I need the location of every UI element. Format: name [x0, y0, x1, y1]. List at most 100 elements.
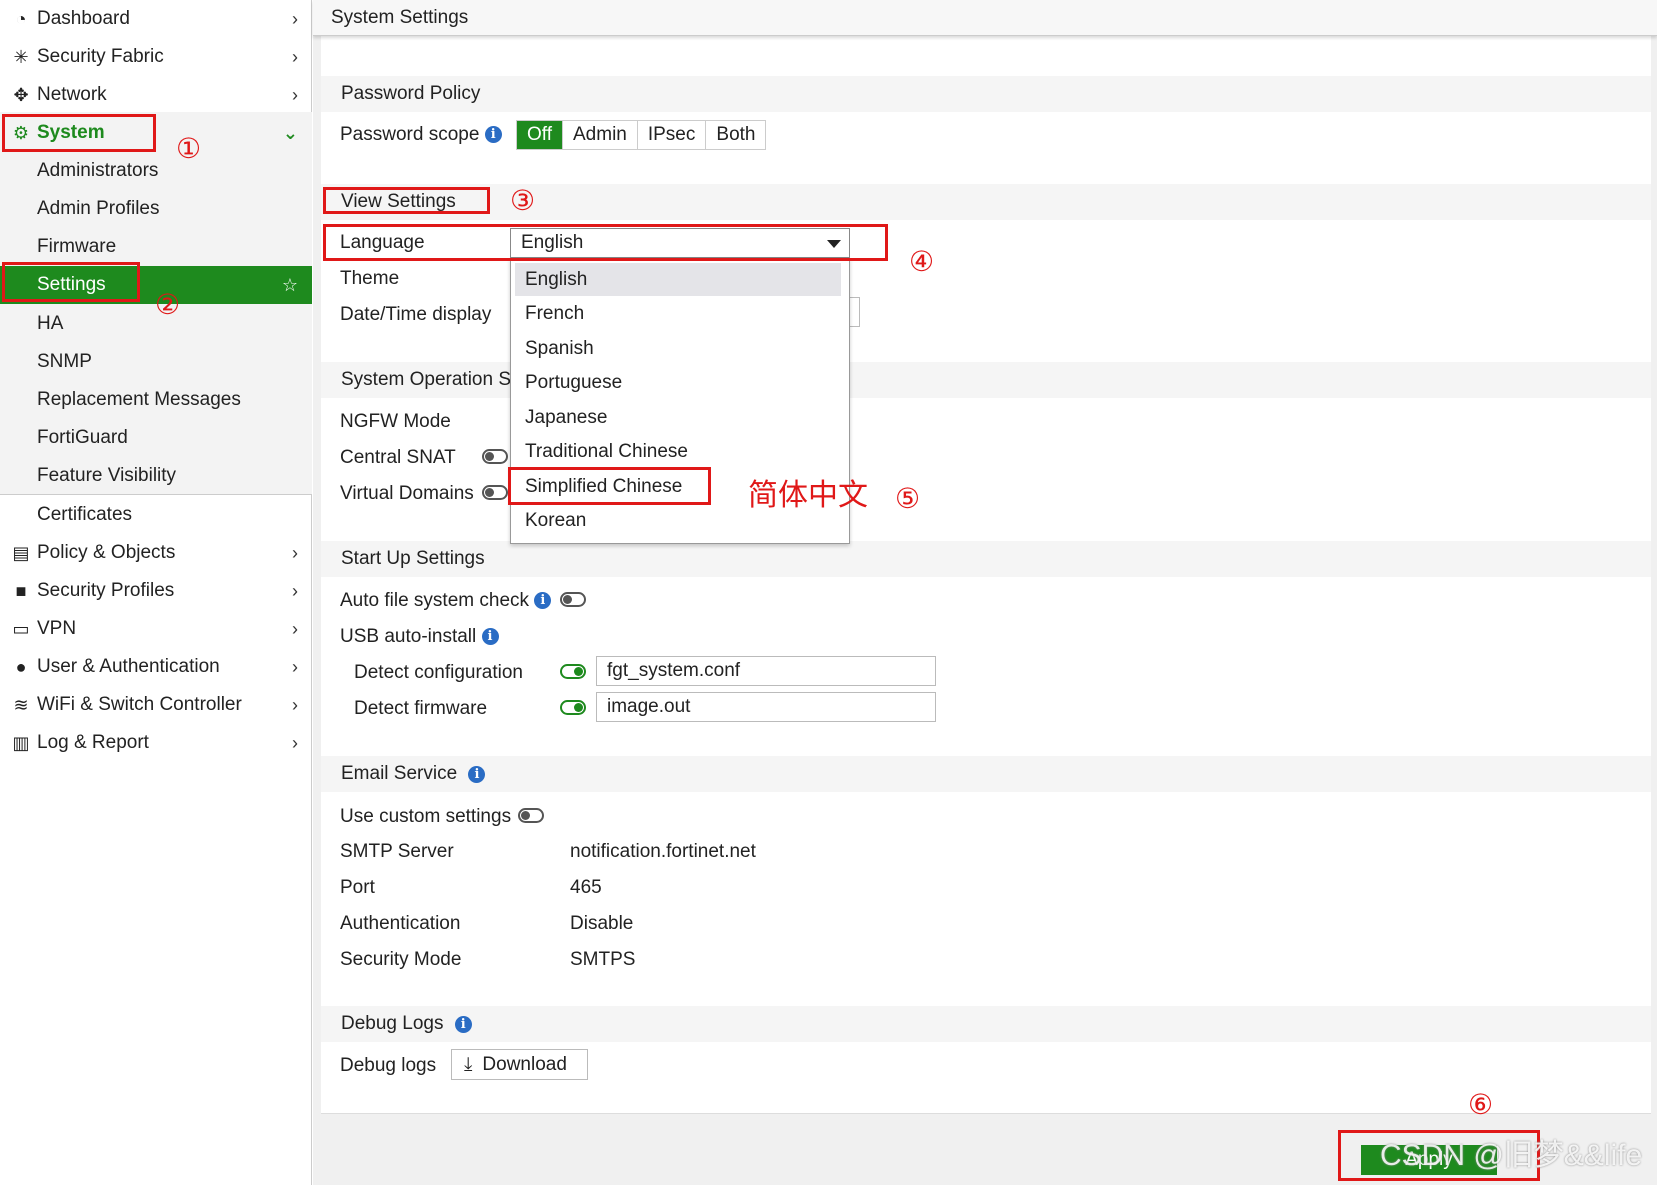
dashboard-icon: ◔	[15, 8, 27, 29]
chevron-right-icon: ›	[292, 618, 298, 639]
scope-ipsec[interactable]: IPsec	[637, 121, 707, 149]
info-icon[interactable]: i	[468, 765, 486, 783]
network-icon: ✥	[13, 84, 29, 105]
info-icon[interactable]: i	[534, 592, 552, 610]
section-password-policy: Password Policy	[321, 76, 1651, 112]
auto-fs-label: Auto file system check i	[340, 590, 552, 612]
sidebar: ◔ Dashboard › ✳ Security Fabric › ✥ Netw…	[0, 0, 312, 1185]
language-option[interactable]: Traditional Chinese	[515, 435, 841, 468]
sidebar-item-admin-profiles[interactable]: Admin Profiles	[0, 190, 312, 228]
user-icon: ●	[15, 656, 27, 677]
sidebar-item-certificates[interactable]: Certificates	[0, 496, 312, 534]
auth-label: Authentication	[340, 913, 461, 934]
sidebar-item-security-profiles[interactable]: ■ Security Profiles ›	[0, 572, 312, 610]
info-icon[interactable]: i	[454, 1015, 472, 1033]
central-snat-toggle[interactable]	[482, 449, 508, 464]
chevron-down-icon: ⌄	[282, 122, 298, 143]
annotation-chinese-note: 简体中文	[748, 479, 868, 512]
virtual-domains-label: Virtual Domains	[340, 483, 474, 504]
scope-admin[interactable]: Admin	[563, 121, 638, 149]
custom-settings-label: Use custom settings	[340, 806, 512, 827]
chart-icon: ▥	[12, 732, 30, 753]
divider	[0, 494, 312, 495]
annotation-number: ②	[155, 288, 181, 321]
theme-label: Theme	[340, 268, 400, 289]
ngfw-mode-label: NGFW Mode	[340, 411, 451, 432]
detect-firmware-toggle[interactable]	[560, 700, 586, 715]
annotation-box	[2, 114, 156, 152]
annotation-number: ⑥	[1468, 1088, 1494, 1121]
sidebar-item-wifi-switch[interactable]: ≋ WiFi & Switch Controller ›	[0, 686, 312, 724]
language-option[interactable]: Portuguese	[515, 366, 841, 399]
auth-value: Disable	[570, 913, 634, 934]
chevron-right-icon: ›	[292, 580, 298, 601]
section-email: Email Service i	[321, 756, 1651, 792]
port-label: Port	[340, 877, 375, 898]
security-mode-label: Security Mode	[340, 949, 462, 970]
annotation-number: ⑤	[895, 482, 921, 515]
virtual-domains-toggle[interactable]	[482, 485, 508, 500]
sidebar-item-log-report[interactable]: ▥ Log & Report ›	[0, 724, 312, 762]
laptop-icon: ▭	[12, 618, 30, 639]
chevron-right-icon: ›	[292, 542, 298, 563]
datetime-label: Date/Time display	[340, 304, 492, 325]
star-icon[interactable]: ☆	[282, 275, 298, 296]
chevron-right-icon: ›	[292, 732, 298, 753]
page-title: System Settings	[313, 0, 1657, 36]
annotation-box	[2, 262, 140, 302]
wifi-icon: ≋	[13, 694, 29, 715]
sidebar-item-dashboard[interactable]: ◔ Dashboard ›	[0, 0, 312, 38]
auto-fs-toggle[interactable]	[560, 592, 586, 607]
sidebar-item-feature-visibility[interactable]: Feature Visibility	[0, 457, 312, 495]
detect-config-input[interactable]: fgt_system.conf	[596, 656, 936, 686]
annotation-box	[323, 224, 888, 261]
annotation-number: ①	[176, 132, 202, 165]
detect-firmware-label: Detect firmware	[354, 698, 488, 719]
language-option[interactable]: Japanese	[515, 401, 841, 434]
debug-logs-label: Debug logs	[340, 1055, 437, 1076]
info-icon[interactable]: i	[481, 628, 499, 646]
info-icon[interactable]: i	[484, 126, 502, 144]
password-scope-label: Password scope i	[340, 124, 502, 146]
language-option[interactable]: French	[515, 297, 841, 330]
sidebar-item-fortiguard[interactable]: FortiGuard	[0, 419, 312, 457]
policy-icon: ▤	[12, 542, 30, 563]
sidebar-item-administrators[interactable]: Administrators	[0, 152, 312, 190]
sidebar-item-network[interactable]: ✥ Network ›	[0, 76, 312, 114]
scope-both[interactable]: Both	[706, 121, 766, 149]
custom-settings-toggle[interactable]	[518, 808, 544, 823]
annotation-box	[508, 467, 711, 505]
smtp-value: notification.fortinet.net	[570, 841, 756, 862]
fabric-icon: ✳	[13, 46, 29, 67]
section-debug: Debug Logs i	[321, 1006, 1651, 1042]
password-scope-toggle: Off Admin IPsec Both	[516, 120, 767, 150]
sidebar-item-vpn[interactable]: ▭ VPN ›	[0, 610, 312, 648]
sidebar-item-security-fabric[interactable]: ✳ Security Fabric ›	[0, 38, 312, 76]
usb-auto-install-label: USB auto-install i	[340, 626, 499, 648]
language-option[interactable]: English	[515, 263, 841, 296]
language-option[interactable]: Spanish	[515, 332, 841, 365]
chevron-right-icon: ›	[292, 694, 298, 715]
download-button[interactable]: ⤓ Download	[451, 1049, 588, 1080]
download-icon: ⤓	[464, 1053, 473, 1075]
sidebar-item-replacement-messages[interactable]: Replacement Messages	[0, 381, 312, 419]
annotation-number: ③	[510, 184, 536, 217]
sidebar-item-user-authentication[interactable]: ● User & Authentication ›	[0, 648, 312, 686]
watermark: CSDN @旧梦&&life	[1380, 1139, 1643, 1172]
sidebar-item-policy-objects[interactable]: ▤ Policy & Objects ›	[0, 534, 312, 572]
central-snat-label: Central SNAT	[340, 447, 456, 468]
detect-config-label: Detect configuration	[354, 662, 523, 683]
port-value: 465	[570, 877, 602, 898]
chevron-right-icon: ›	[292, 656, 298, 677]
chevron-right-icon: ›	[292, 46, 298, 67]
chevron-right-icon: ›	[292, 8, 298, 29]
annotation-number: ④	[909, 245, 935, 278]
detect-firmware-input[interactable]: image.out	[596, 692, 936, 722]
sidebar-item-snmp[interactable]: SNMP	[0, 343, 312, 381]
security-mode-value: SMTPS	[570, 949, 636, 970]
lock-icon: ■	[15, 580, 27, 601]
detect-config-toggle[interactable]	[560, 664, 586, 679]
annotation-box	[323, 187, 490, 214]
sidebar-item-firmware[interactable]: Firmware	[0, 228, 312, 266]
scope-off[interactable]: Off	[517, 121, 563, 149]
